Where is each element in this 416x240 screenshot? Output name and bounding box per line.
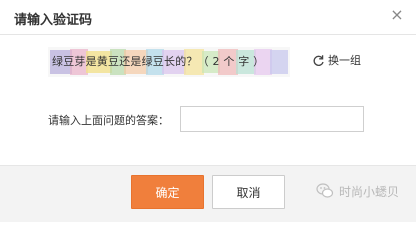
wechat-icon bbox=[316, 182, 334, 200]
captcha-question: 绿豆芽是黄豆还是绿豆长的？（ 2 个 字 ） bbox=[52, 55, 265, 68]
answer-input[interactable] bbox=[180, 106, 364, 132]
answer-label: 请输入上面问题的答案： bbox=[48, 114, 169, 127]
refresh-captcha-link[interactable]: 换一组 bbox=[312, 52, 361, 68]
cancel-button[interactable]: 取消 bbox=[212, 175, 285, 209]
watermark-text: 时尚小蟋贝 bbox=[339, 184, 400, 199]
refresh-icon bbox=[312, 54, 325, 67]
captcha-dialog: 请输入验证码 × 绿豆芽是黄豆还是绿豆长的？（ 2 个 字 ） 换一组 请输入上… bbox=[0, 0, 416, 222]
confirm-button[interactable]: 确定 bbox=[131, 175, 204, 209]
close-icon[interactable]: × bbox=[388, 6, 406, 24]
refresh-label: 换一组 bbox=[328, 54, 361, 67]
header-divider bbox=[0, 34, 416, 35]
captcha-image: 绿豆芽是黄豆还是绿豆长的？（ 2 个 字 ） bbox=[48, 47, 290, 77]
watermark: 时尚小蟋贝 bbox=[316, 182, 399, 200]
dialog-title: 请输入验证码 bbox=[14, 13, 93, 28]
